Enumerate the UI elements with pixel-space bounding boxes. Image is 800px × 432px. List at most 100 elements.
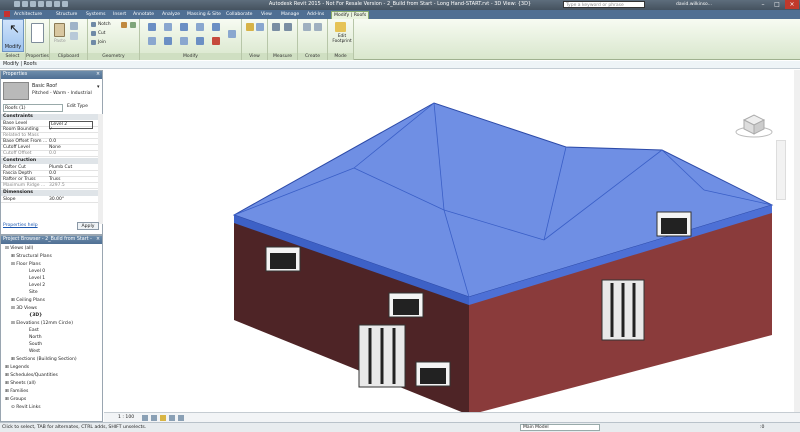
tree-item[interactable]: ⊞ Sheets (all) [5, 381, 36, 386]
properties-help-link[interactable]: Properties help [3, 223, 38, 228]
crop-icon[interactable] [178, 415, 184, 421]
building-model[interactable] [104, 70, 800, 415]
trim-icon[interactable] [164, 37, 172, 45]
viewport-scrollbar[interactable] [794, 70, 800, 412]
tab-add-ins[interactable]: Add-Ins [307, 11, 324, 19]
align-icon[interactable] [148, 23, 156, 31]
override-icon[interactable] [256, 23, 264, 31]
shadows-icon[interactable] [169, 415, 175, 421]
mirror-icon[interactable] [180, 23, 188, 31]
tree-item[interactable]: Level 1 [29, 276, 45, 281]
tree-item[interactable]: West [29, 349, 40, 354]
instance-selector[interactable]: Roofs (1) [3, 104, 63, 112]
section-dimensions[interactable]: Dimensions [1, 190, 98, 196]
tree-item[interactable]: {3D} [29, 313, 42, 318]
tree-item[interactable]: ⊟ Elevations (12mm Circle) [11, 321, 73, 326]
modify-button[interactable]: ↖ Modify [2, 19, 24, 52]
tree-item[interactable]: South [29, 342, 42, 347]
tree-item[interactable]: ⊞ Families [5, 389, 28, 394]
search-input[interactable]: Type a keyword or phrase [563, 1, 645, 8]
tree-item[interactable]: ⊟ 3D Views [11, 306, 37, 311]
section-constraints[interactable]: Constraints [1, 114, 98, 120]
properties-icon[interactable] [31, 23, 44, 43]
cursor-arrow-icon: ↖ [9, 22, 20, 37]
tab-analyze[interactable]: Analyze [162, 11, 180, 19]
paste-icon[interactable] [54, 23, 65, 37]
tree-item[interactable]: ⊞ Ceiling Plans [11, 298, 45, 303]
create-parts-icon[interactable] [314, 23, 322, 31]
join-icon[interactable] [91, 40, 96, 45]
create-assembly-icon[interactable] [303, 23, 311, 31]
measure-tool-icon[interactable] [272, 23, 280, 31]
tab-massing-site[interactable]: Massing & Site [187, 11, 221, 19]
tab-structure[interactable]: Structure [56, 11, 77, 19]
tab-view[interactable]: View [261, 11, 272, 19]
visual-style-icon[interactable] [151, 415, 157, 421]
window[interactable] [656, 211, 692, 237]
3d-viewport[interactable] [104, 70, 800, 415]
delete-icon[interactable] [212, 37, 220, 45]
prop-row[interactable]: Slope 30.00° [1, 197, 98, 203]
copy-icon[interactable] [70, 22, 78, 30]
split-icon[interactable] [180, 37, 188, 45]
section-construction[interactable]: Construction [1, 158, 98, 164]
tree-item[interactable]: ⊞ Groups [5, 397, 26, 402]
tree-item[interactable]: North [29, 335, 42, 340]
window[interactable] [415, 361, 451, 387]
detail-level-icon[interactable] [142, 415, 148, 421]
user-name[interactable]: david.wilkinso... [676, 2, 712, 7]
type-dropdown-icon[interactable]: ▾ [97, 84, 100, 90]
tree-item[interactable]: ⊞ Sections (Building Section) [11, 357, 77, 362]
tree-item[interactable]: ⊟ Views (all) [5, 246, 33, 251]
tab-collaborate[interactable]: Collaborate [226, 11, 252, 19]
app-menu-icon[interactable] [4, 11, 10, 17]
viewcube-icon[interactable] [734, 112, 774, 138]
window[interactable] [265, 246, 301, 272]
tab-architecture[interactable]: Architecture [14, 11, 42, 19]
edit-footprint-icon[interactable] [335, 22, 346, 32]
navigation-bar[interactable] [776, 140, 786, 200]
tree-item[interactable]: East [29, 328, 39, 333]
tree-item[interactable]: ⊞ Schedules/Quantities [5, 373, 58, 378]
array-icon[interactable] [196, 37, 204, 45]
offset-icon[interactable] [164, 23, 172, 31]
dimension-icon[interactable] [284, 23, 292, 31]
door[interactable] [358, 324, 406, 388]
pin-icon[interactable] [228, 30, 236, 38]
active-model-select[interactable]: Main Model [520, 424, 600, 431]
close-icon[interactable]: × [96, 71, 100, 79]
tree-item[interactable]: ⊙ Revit Links [11, 405, 41, 410]
tree-item[interactable]: Level 2 [29, 283, 45, 288]
viewcube[interactable] [734, 112, 774, 138]
tree-item[interactable]: Site [29, 290, 38, 295]
minimize-icon[interactable]: – [756, 0, 770, 9]
move-icon[interactable] [196, 23, 204, 31]
hide-icon[interactable] [246, 23, 254, 31]
tree-item[interactable]: ⊟ Floor Plans [11, 262, 41, 267]
rotate-icon[interactable] [148, 37, 156, 45]
door[interactable] [601, 279, 645, 341]
tree-item[interactable]: Level 0 [29, 269, 45, 274]
window[interactable] [388, 292, 424, 318]
properties-scrollbar[interactable] [98, 114, 103, 224]
tree-item[interactable]: ⊞ Legends [5, 365, 29, 370]
paint-icon[interactable] [121, 22, 127, 28]
notch-icon[interactable] [91, 22, 96, 27]
cut-clipboard-icon[interactable] [70, 32, 78, 40]
tab-modify-roofs[interactable]: Modify | Roofs [331, 11, 370, 19]
tab-annotate[interactable]: Annotate [133, 11, 154, 19]
tree-item[interactable]: ⊞ Structural Plans [11, 254, 52, 259]
sun-path-icon[interactable] [160, 415, 166, 421]
tab-systems[interactable]: Systems [86, 11, 106, 19]
split-face-icon[interactable] [130, 22, 136, 28]
maximize-icon[interactable]: □ [770, 0, 784, 9]
apply-button[interactable]: Apply [77, 222, 99, 230]
tab-insert[interactable]: Insert [113, 11, 126, 19]
close-icon[interactable]: × [96, 236, 100, 244]
view-scale[interactable]: 1 : 100 [118, 415, 134, 420]
tab-manage[interactable]: Manage [281, 11, 299, 19]
close-icon[interactable]: × [785, 0, 799, 9]
cut-icon[interactable] [91, 31, 96, 36]
edit-type-button[interactable]: Edit Type [67, 104, 88, 109]
copy-element-icon[interactable] [212, 23, 220, 31]
